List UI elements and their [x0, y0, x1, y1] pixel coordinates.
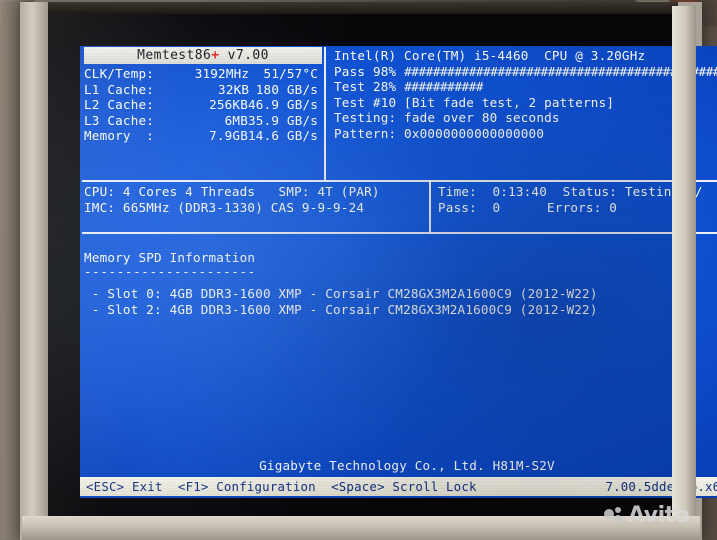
- screen-clip: Memtest86+ v7.00 CLK/Temp: 3192MHz 51/57…: [80, 46, 717, 498]
- row-value: 7.9GB: [209, 128, 248, 144]
- app-title-bar: Memtest86+ v7.00: [84, 47, 322, 64]
- time-value: 0:13:40: [492, 184, 547, 199]
- pattern-line: Pattern: 0x0000000000000000: [334, 125, 545, 141]
- pass-percent: 98%: [372, 63, 397, 79]
- pass-label: Pass: [334, 63, 366, 79]
- spinner-icon: /: [694, 184, 703, 199]
- photo-scene: Memtest86+ v7.00 CLK/Temp: 3192MHz 51/57…: [0, 0, 717, 540]
- motherboard-line: Gigabyte Technology Co., Ltd. H81M-S2V: [259, 458, 555, 473]
- lcd-panel: Memtest86+ v7.00 CLK/Temp: 3192MHz 51/57…: [44, 14, 717, 520]
- row-value: 3192MHz: [194, 66, 250, 81]
- test-progress-panel: Intel(R) Core(TM) i5-4460 CPU @ 3.20GHz …: [334, 48, 717, 142]
- spd-slot-row: - Slot 2: 4GB DDR3-1600 XMP - Corsair CM…: [84, 302, 598, 318]
- row-label: L3 Cache:: [84, 112, 155, 128]
- current-test-line: Test #10 [Bit fade test, 2 patterns]: [334, 94, 615, 110]
- system-info-row: L2 Cache: 256KB 46.9 GB/s: [84, 97, 322, 113]
- section-divider-top: [82, 180, 717, 182]
- test-label: Test: [334, 79, 366, 95]
- spd-underline: ---------------------: [84, 264, 256, 279]
- cpu-cores-line: CPU: 4 Cores 4 Threads SMP: 4T (PAR): [84, 184, 380, 199]
- system-info-panel: CLK/Temp: 3192MHz 51/57°C L1 Cache: 32KB…: [84, 66, 322, 144]
- avito-logo-icon: [604, 507, 623, 524]
- monitor-bezel-left: [20, 2, 48, 540]
- row-unit: 51/57°C: [263, 66, 319, 81]
- memory-spd-section: Memory SPD Information -----------------…: [84, 250, 717, 319]
- system-info-row: L1 Cache: 32KB 180 GB/s: [84, 82, 322, 98]
- status-divider-vertical: [429, 180, 431, 234]
- pass-progress-line: Pass 98% ###############################…: [334, 64, 717, 80]
- row-label: CLK/Temp:: [84, 66, 155, 81]
- cpu-status-panel: CPU: 4 Cores 4 Threads SMP: 4T (PAR) IMC…: [84, 184, 424, 217]
- imc-line: IMC: 665MHz (DDR3-1330) CAS 9-9-9-24: [84, 200, 365, 216]
- system-info-row: Memory : 7.9GB 14.6 GB/s: [84, 128, 322, 144]
- row-unit: 14.6 GB/s: [248, 128, 319, 144]
- row-value: 256KB: [209, 97, 248, 113]
- test-progress-bar: ###########: [404, 79, 484, 95]
- memtest-screen: Memtest86+ v7.00 CLK/Temp: 3192MHz 51/57…: [80, 46, 717, 498]
- testing-detail-line: Testing: fade over 80 seconds: [334, 110, 560, 126]
- errors-label: Errors:: [547, 200, 602, 216]
- system-info-row: CLK/Temp: 3192MHz 51/57°C: [84, 66, 322, 82]
- row-label: L2 Cache:: [84, 97, 155, 113]
- row-unit: 180 GB/s: [255, 81, 319, 97]
- time-label: Time:: [438, 184, 477, 199]
- app-title-version: v7.00: [219, 48, 269, 63]
- panel-divider-vertical: [324, 47, 326, 180]
- status-label: Status:: [562, 184, 618, 199]
- row-value: 32KB: [218, 81, 250, 97]
- footer-key-bar: <ESC> Exit <F1> Configuration <Space> Sc…: [80, 477, 717, 496]
- row-value: 6MB: [224, 112, 248, 128]
- system-info-row: L3 Cache: 6MB 35.9 GB/s: [84, 113, 322, 129]
- row-label: Memory :: [84, 128, 155, 144]
- test-progress-line: Test 28% ###########: [334, 79, 717, 95]
- cpu-model-line: Intel(R) Core(TM) i5-4460 CPU @ 3.20GHz: [334, 48, 646, 63]
- pass-count-value: 0: [492, 200, 501, 216]
- monitor-bezel-right: [672, 6, 696, 534]
- row-unit: 35.9 GB/s: [248, 112, 319, 128]
- row-label: L1 Cache:: [84, 81, 155, 97]
- avito-watermark: Avito: [604, 503, 690, 528]
- footer-key-hints[interactable]: <ESC> Exit <F1> Configuration <Space> Sc…: [86, 477, 477, 496]
- pass-count-label: Pass:: [438, 200, 477, 216]
- app-title-text: Memtest86: [137, 48, 212, 63]
- spd-slot-row: - Slot 0: 4GB DDR3-1600 XMP - Corsair CM…: [84, 286, 598, 301]
- errors-value: 0: [609, 200, 618, 216]
- footer-version: 7.00.5dde13b.x64: [605, 479, 717, 494]
- row-unit: 46.9 GB/s: [248, 97, 319, 113]
- test-percent: 28%: [372, 79, 397, 95]
- pass-progress-bar: ########################################…: [404, 63, 717, 79]
- section-divider-bottom: [82, 232, 717, 234]
- monitor-bezel-bottom: [22, 516, 700, 540]
- avito-wordmark: Avito: [628, 503, 690, 528]
